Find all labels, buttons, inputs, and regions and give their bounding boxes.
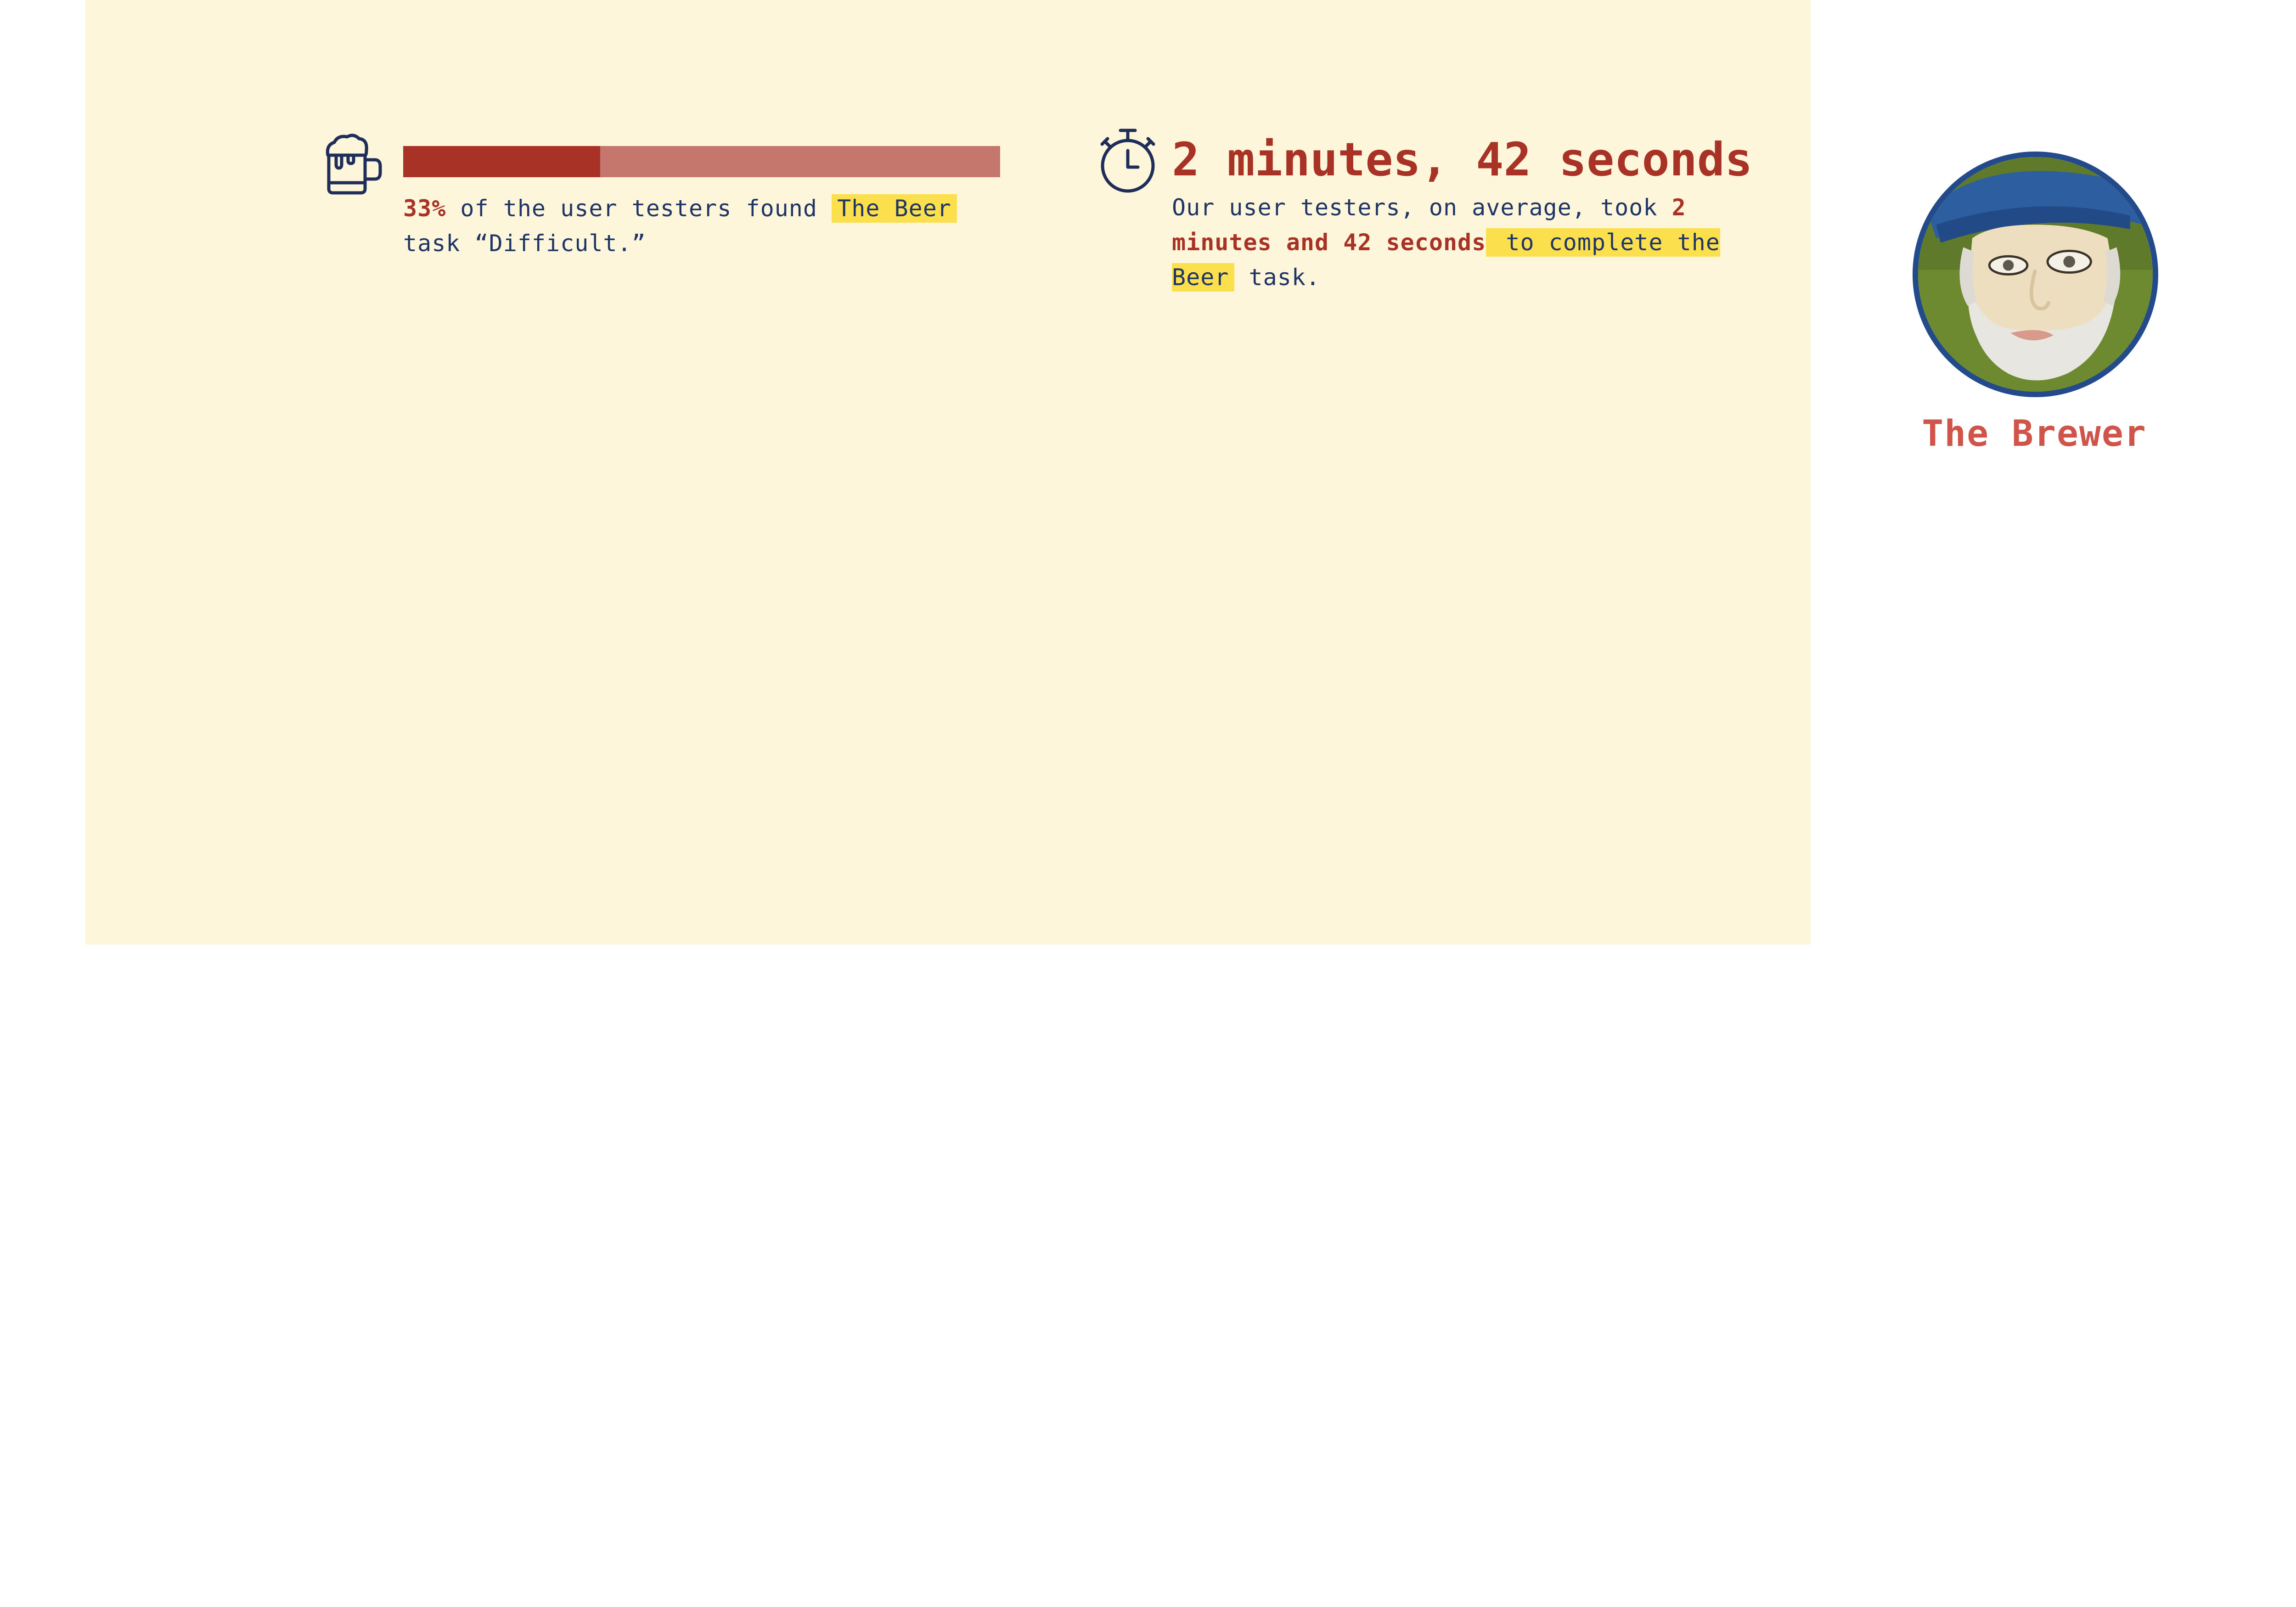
task-highlight: The Beer [832, 194, 957, 223]
profile-name: The Brewer [1922, 413, 2147, 455]
difficulty-percent: 33% [403, 195, 446, 222]
time-text-after: task. [1234, 264, 1321, 291]
difficulty-progress-fill [403, 146, 600, 177]
brewer-avatar [1913, 152, 2158, 397]
results-panel: 33% of the user testers found The Beer t… [85, 0, 1811, 944]
time-description: Our user testers, on average, took 2 min… [1172, 190, 1769, 295]
difficulty-progress-bar [403, 146, 1000, 177]
difficulty-text-after: task “Difficult.” [403, 230, 646, 257]
stopwatch-icon [1100, 129, 1155, 193]
beer-mug-icon [326, 134, 382, 195]
difficulty-description: 33% of the user testers found The Beer t… [403, 191, 1009, 261]
brewer-portrait [1918, 157, 2153, 392]
difficulty-text-before: of the user testers found [446, 195, 832, 222]
time-headline: 2 minutes, 42 seconds [1172, 133, 1753, 186]
time-text-before: Our user testers, on average, took [1172, 194, 1672, 221]
